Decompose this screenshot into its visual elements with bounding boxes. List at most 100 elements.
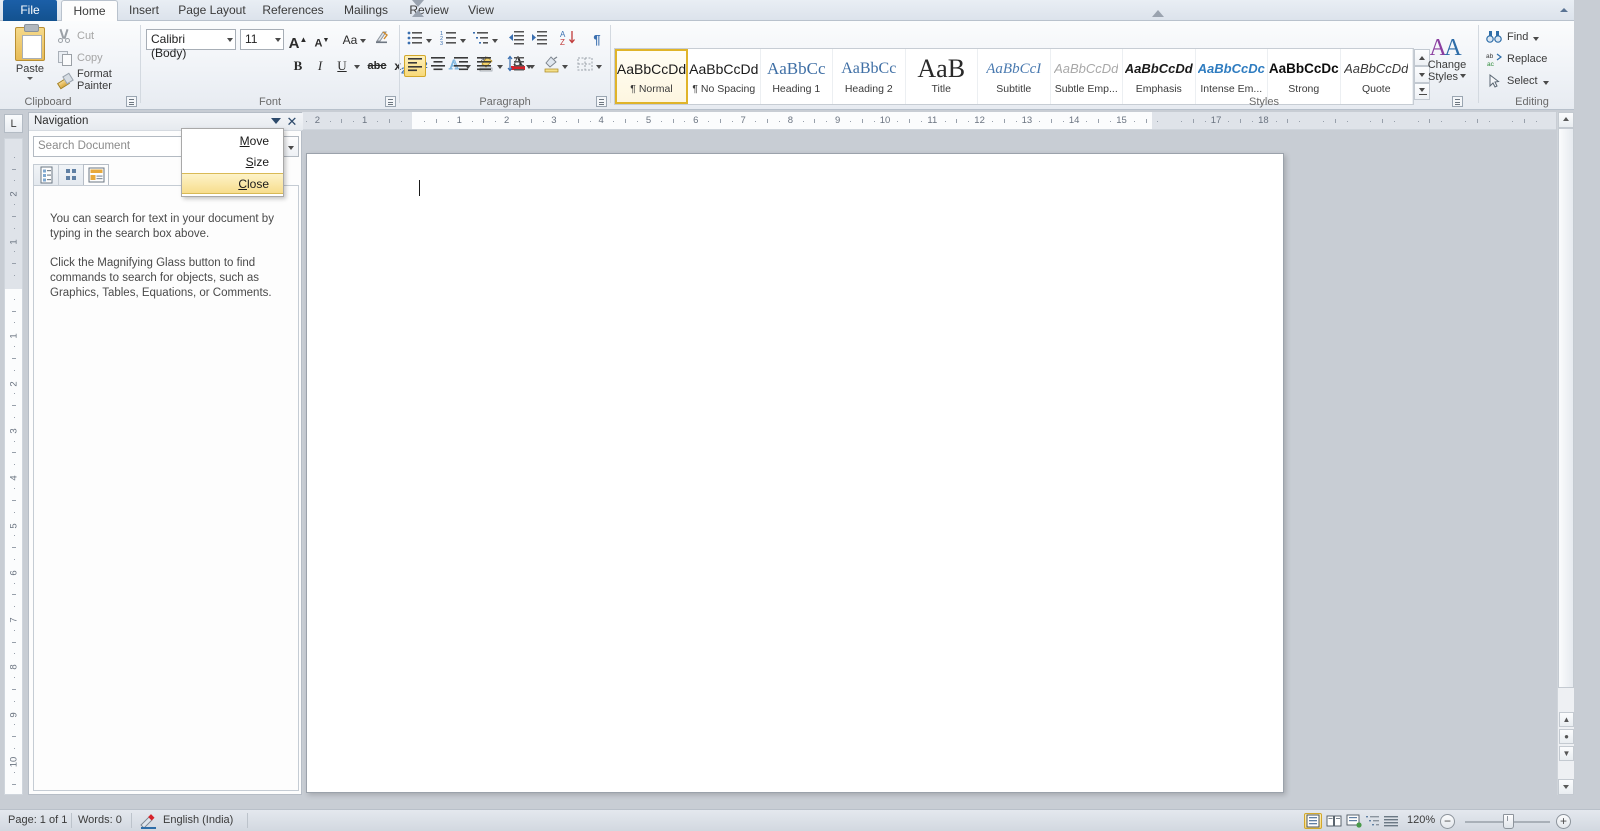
borders-button[interactable] bbox=[574, 55, 596, 77]
style-item-heading-1[interactable]: AaBbCc Heading 1 bbox=[760, 49, 833, 104]
vertical-scrollbar[interactable]: ▲ ● ▼ bbox=[1557, 112, 1574, 795]
font-dialog-launcher[interactable] bbox=[385, 96, 396, 107]
document-page[interactable] bbox=[306, 153, 1284, 793]
tab-home[interactable]: Home bbox=[61, 0, 118, 22]
chevron-down-icon[interactable] bbox=[596, 65, 602, 69]
zoom-in-button[interactable]: + bbox=[1556, 814, 1571, 829]
chevron-up-icon[interactable] bbox=[1557, 2, 1572, 17]
web-layout-view-button[interactable] bbox=[1345, 813, 1363, 829]
font-name-box[interactable]: Calibri (Body) bbox=[146, 29, 236, 60]
chevron-down-icon[interactable] bbox=[526, 65, 532, 69]
scroll-down-button[interactable] bbox=[1558, 779, 1574, 795]
copy-button[interactable]: Copy bbox=[56, 48, 103, 68]
browse-results-tab[interactable] bbox=[83, 164, 109, 186]
tab-file[interactable]: File bbox=[3, 0, 57, 21]
change-case-button[interactable]: Aa bbox=[339, 29, 361, 51]
vertical-ruler[interactable]: 2 1 1 2 3 4 5 6 7 8 9 10 bbox=[4, 138, 23, 795]
numbering-button[interactable]: 1 2 3 bbox=[438, 29, 460, 51]
shrink-font-button[interactable]: A▼ bbox=[311, 30, 333, 52]
proofing-errors-icon[interactable] bbox=[140, 813, 156, 829]
browse-headings-tab[interactable] bbox=[33, 164, 59, 186]
strikethrough-button[interactable]: abc bbox=[366, 55, 388, 77]
left-indent-marker[interactable] bbox=[412, 10, 424, 17]
tab-stop-selector[interactable]: L bbox=[4, 114, 23, 133]
chevron-down-icon[interactable] bbox=[1533, 37, 1540, 41]
ruler-tick bbox=[388, 119, 390, 123]
scroll-up-button[interactable] bbox=[1558, 112, 1574, 128]
bullets-button[interactable] bbox=[404, 29, 426, 51]
chevron-down-icon[interactable] bbox=[1542, 81, 1549, 85]
style-item--no-spacing[interactable]: AaBbCcDd ¶ No Spacing bbox=[688, 49, 761, 104]
scrollbar-thumb[interactable] bbox=[1558, 128, 1574, 688]
shading-button[interactable] bbox=[540, 55, 562, 77]
right-indent-marker[interactable] bbox=[1152, 10, 1164, 17]
chevron-down-icon[interactable] bbox=[426, 39, 432, 43]
find-button[interactable]: Find bbox=[1486, 27, 1540, 47]
zoom-slider-thumb[interactable] bbox=[1503, 814, 1514, 829]
decrease-indent-button[interactable] bbox=[505, 29, 527, 51]
center-button[interactable] bbox=[427, 55, 449, 77]
increase-indent-button[interactable] bbox=[528, 29, 550, 51]
context-menu-item-move[interactable]: Move bbox=[182, 131, 283, 152]
print-layout-view-button[interactable] bbox=[1304, 813, 1322, 829]
tab-insert[interactable]: Insert bbox=[118, 0, 170, 21]
draft-view-button[interactable] bbox=[1382, 813, 1400, 829]
zoom-level-label[interactable]: 120% bbox=[1407, 814, 1435, 826]
style-item--normal[interactable]: AaBbCcDd ¶ Normal bbox=[615, 49, 688, 104]
search-previous-next-button[interactable] bbox=[283, 136, 299, 157]
show-formatting-marks-button[interactable]: ¶ bbox=[586, 29, 608, 51]
styles-dialog-launcher[interactable] bbox=[1452, 96, 1463, 107]
align-right-button[interactable] bbox=[450, 55, 472, 77]
style-item-subtitle[interactable]: AaBbCcI Subtitle bbox=[978, 49, 1051, 104]
page-indicator[interactable]: Page: 1 of 1 bbox=[8, 814, 67, 826]
multilevel-list-button[interactable] bbox=[470, 29, 492, 51]
tab-page-layout[interactable]: Page Layout bbox=[170, 0, 254, 21]
select-browse-object-button[interactable]: ● bbox=[1559, 729, 1574, 744]
change-styles-button[interactable]: A A Change Styles bbox=[1419, 29, 1475, 83]
close-icon[interactable]: ✕ bbox=[285, 115, 299, 129]
language-indicator[interactable]: English (India) bbox=[163, 814, 233, 826]
next-page-button[interactable]: ▼ bbox=[1559, 746, 1574, 761]
line-spacing-button[interactable] bbox=[505, 55, 527, 77]
tab-mailings[interactable]: Mailings bbox=[332, 0, 400, 21]
chevron-down-icon[interactable] bbox=[1459, 74, 1466, 78]
browse-pages-tab[interactable] bbox=[58, 164, 84, 186]
clipboard-dialog-launcher[interactable] bbox=[126, 96, 137, 107]
ruler-tick bbox=[1015, 121, 1017, 122]
first-line-indent-marker[interactable] bbox=[412, 0, 424, 7]
align-left-button[interactable] bbox=[404, 55, 426, 77]
style-item-heading-2[interactable]: AaBbCc Heading 2 bbox=[833, 49, 906, 104]
bold-button[interactable]: B bbox=[287, 55, 309, 77]
chevron-down-icon[interactable] bbox=[271, 118, 281, 124]
cut-button[interactable]: Cut bbox=[56, 26, 94, 46]
grow-font-button[interactable]: A▲ bbox=[287, 29, 309, 52]
horizontal-ruler[interactable]: 2 1 1 2 3 4 5 6 7 8 9 10 11 12 13 14 15 17 18 bbox=[302, 112, 1556, 130]
tab-references[interactable]: References bbox=[254, 0, 332, 21]
outline-view-button[interactable] bbox=[1364, 813, 1382, 829]
full-screen-reading-view-button[interactable] bbox=[1325, 813, 1343, 829]
zoom-out-button[interactable]: − bbox=[1440, 814, 1455, 829]
tab-view[interactable]: View bbox=[458, 0, 504, 21]
replace-button[interactable]: ab ac Replace bbox=[1486, 49, 1547, 69]
paragraph-dialog-launcher[interactable] bbox=[596, 96, 607, 107]
format-painter-button[interactable]: Format Painter bbox=[56, 68, 140, 92]
paste-button[interactable]: Paste bbox=[8, 24, 52, 91]
chevron-down-icon[interactable] bbox=[562, 65, 568, 69]
chevron-down-icon[interactable] bbox=[492, 39, 498, 43]
font-size-box[interactable]: 11 bbox=[240, 29, 284, 50]
chevron-down-icon[interactable] bbox=[360, 39, 366, 43]
context-menu-item-close[interactable]: Close bbox=[182, 173, 283, 194]
chevron-down-icon[interactable] bbox=[354, 65, 360, 69]
justify-button[interactable] bbox=[473, 55, 495, 77]
tab-review[interactable]: Review bbox=[400, 0, 458, 21]
word-count[interactable]: Words: 0 bbox=[78, 814, 122, 826]
context-menu-item-size[interactable]: Size bbox=[182, 152, 283, 173]
previous-page-button[interactable]: ▲ bbox=[1559, 712, 1574, 727]
clear-formatting-button[interactable] bbox=[371, 29, 393, 51]
underline-button[interactable]: U bbox=[331, 55, 353, 77]
sort-button[interactable]: A Z bbox=[557, 29, 579, 51]
style-item-title[interactable]: AaB Title bbox=[905, 49, 978, 104]
italic-button[interactable]: I bbox=[309, 55, 331, 77]
chevron-down-icon[interactable] bbox=[460, 39, 466, 43]
select-button[interactable]: Select bbox=[1486, 71, 1549, 91]
